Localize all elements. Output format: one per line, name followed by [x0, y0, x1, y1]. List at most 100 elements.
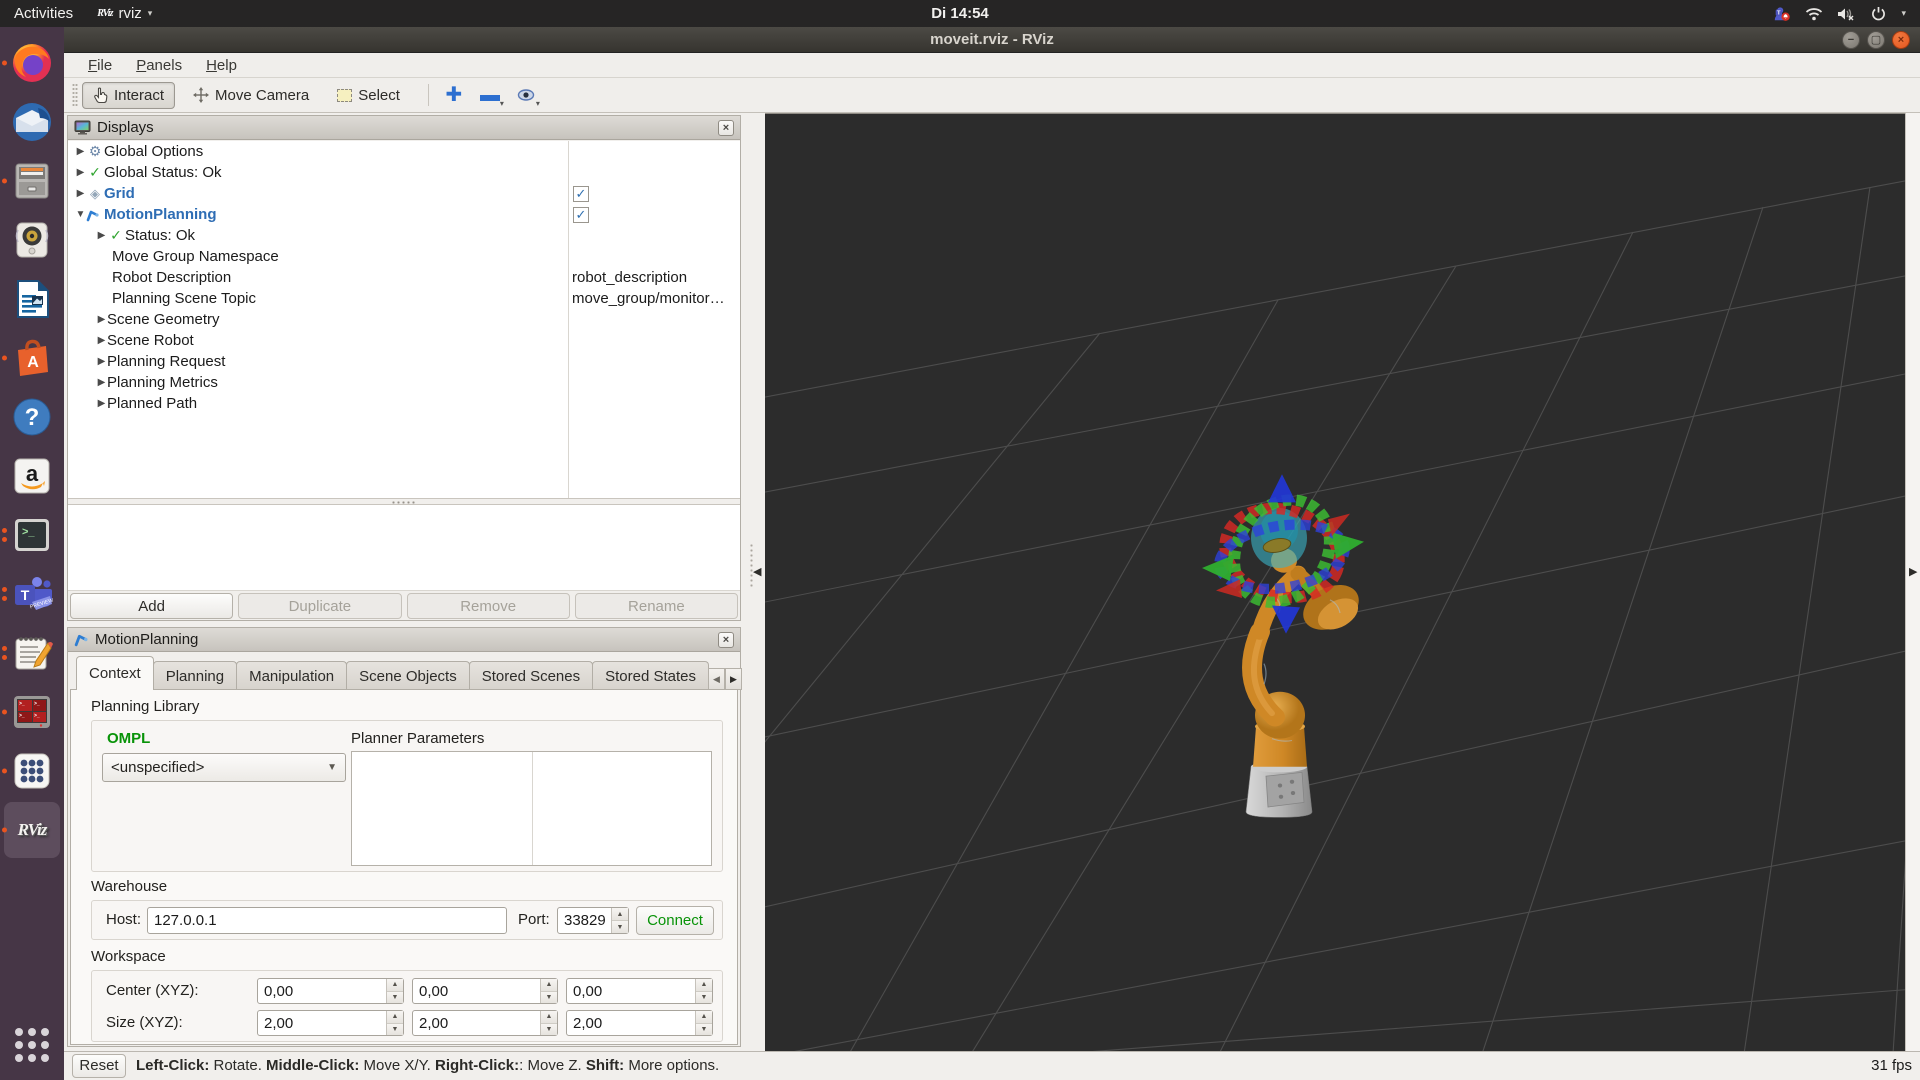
move-z-up-arrow[interactable] [1268, 474, 1296, 503]
tab-stored-scenes[interactable]: Stored Scenes [468, 661, 594, 690]
tree-row-robot-description[interactable]: Robot Description robot_description [68, 267, 740, 288]
right-dock-strip[interactable]: ▶ [1905, 113, 1920, 1051]
clock[interactable]: Di 14:54 [0, 5, 1920, 22]
focus-camera-button[interactable]: ▾ [511, 82, 541, 108]
expander-icon[interactable]: ▶ [96, 230, 107, 241]
dock-rhythmbox[interactable] [0, 210, 64, 269]
motionplanning-enabled-checkbox[interactable]: ✓ [573, 206, 589, 223]
port-stepper[interactable]: 33829 ▲ ▼ [557, 907, 629, 934]
dock-libreoffice-writer[interactable] [0, 269, 64, 328]
dock-terminator[interactable]: >_ >_ >_ >_ [0, 682, 64, 741]
power-icon[interactable] [1869, 6, 1887, 22]
robot-arm-with-interactive-marker[interactable] [1180, 448, 1380, 823]
tree-row-planned-path[interactable]: ▶ Planned Path [68, 393, 740, 414]
select-tool-button[interactable]: Select [327, 83, 410, 108]
expander-icon[interactable]: ▶ [96, 335, 107, 346]
size-y-stepper[interactable]: 2,00 ▲ ▼ [412, 1010, 558, 1036]
system-menu-chevron-icon[interactable]: ▾ [1901, 8, 1906, 19]
tree-row-grid[interactable]: ▶ ◈ Grid ✓ [68, 183, 740, 204]
zoom-in-button[interactable]: ✚ [439, 82, 469, 108]
dock-firefox[interactable] [0, 33, 64, 92]
stepper-arrows[interactable]: ▲ ▼ [695, 1011, 712, 1035]
tree-row-scene-geometry[interactable]: ▶ Scene Geometry [68, 309, 740, 330]
stepper-arrows[interactable]: ▲ ▼ [540, 979, 557, 1003]
maximize-button[interactable]: ▢ [1867, 30, 1885, 49]
host-input[interactable]: 127.0.0.1 [147, 907, 507, 934]
tab-stored-states[interactable]: Stored States [592, 661, 710, 690]
stepper-arrows[interactable]: ▲ ▼ [695, 979, 712, 1003]
wifi-icon[interactable] [1805, 6, 1823, 22]
rename-display-button[interactable]: Rename [574, 593, 738, 619]
move-camera-tool-button[interactable]: Move Camera [183, 83, 319, 108]
property-value[interactable]: move_group/monitor… [572, 290, 725, 307]
interact-tool-button[interactable]: Interact [82, 81, 176, 109]
tree-splitter-handle[interactable] [68, 498, 740, 505]
close-icon[interactable]: × [718, 631, 734, 648]
tree-row-scene-robot[interactable]: ▶ Scene Robot [68, 330, 740, 351]
expander-icon[interactable]: ▶ [96, 356, 107, 367]
dock-ubuntu-software[interactable]: A [0, 328, 64, 387]
reset-button[interactable]: Reset [72, 1053, 126, 1078]
center-x-stepper[interactable]: 0,00 ▲ ▼ [257, 978, 404, 1004]
tree-row-global-status[interactable]: ▶ ✓ Global Status: Ok [68, 162, 740, 183]
collapse-left-icon[interactable]: ◀ [753, 565, 761, 578]
teams-notification-icon[interactable]: T [1773, 6, 1791, 22]
tree-row-planning-scene-topic[interactable]: Planning Scene Topic move_group/monitor… [68, 288, 740, 309]
expander-icon[interactable]: ▶ [96, 398, 107, 409]
center-y-stepper[interactable]: 0,00 ▲ ▼ [412, 978, 558, 1004]
expander-icon[interactable]: ▶ [75, 146, 86, 157]
dock-text-editor[interactable] [0, 623, 64, 682]
expander-icon[interactable]: ▶ [75, 167, 86, 178]
grid-enabled-checkbox[interactable]: ✓ [573, 185, 589, 202]
collapse-icon[interactable]: ▼ [75, 209, 86, 220]
app-menu[interactable]: RViz rviz ▾ [87, 0, 162, 27]
tab-planning[interactable]: Planning [152, 661, 238, 690]
duplicate-display-button[interactable]: Duplicate [238, 593, 402, 619]
minimize-button[interactable]: − [1842, 30, 1860, 49]
dock-rviz[interactable]: RViz [0, 800, 64, 859]
volume-muted-icon[interactable] [1837, 6, 1855, 22]
tree-row-motionplanning[interactable]: ▼ MotionPlanning ✓ [68, 204, 740, 225]
move-z-down-arrow[interactable] [1272, 605, 1300, 634]
stepper-arrows[interactable]: ▲ ▼ [611, 908, 628, 933]
window-titlebar[interactable]: moveit.rviz - RViz − ▢ × [64, 27, 1920, 54]
menu-panels[interactable]: Panels [126, 55, 192, 76]
tree-row-move-group-namespace[interactable]: Move Group Namespace [68, 246, 740, 267]
dock-file-cabinet[interactable] [0, 151, 64, 210]
tab-manipulation[interactable]: Manipulation [236, 661, 348, 690]
3d-viewport[interactable] [765, 113, 1905, 1051]
tree-row-status-ok[interactable]: ▶ ✓ Status: Ok [68, 225, 740, 246]
close-button[interactable]: × [1892, 30, 1910, 49]
dock-teams[interactable]: T PREVIEW [0, 564, 64, 623]
dock-help[interactable]: ? [0, 387, 64, 446]
tree-row-global-options[interactable]: ▶ ⚙ Global Options [68, 141, 740, 162]
tab-context[interactable]: Context [76, 656, 154, 690]
add-display-button[interactable]: Add [70, 593, 234, 619]
tree-row-planning-request[interactable]: ▶ Planning Request [68, 351, 740, 372]
stepper-arrows[interactable]: ▲ ▼ [386, 1011, 403, 1035]
stepper-arrows[interactable]: ▲ ▼ [540, 1011, 557, 1035]
expander-icon[interactable]: ▶ [96, 314, 107, 325]
size-x-stepper[interactable]: 2,00 ▲ ▼ [257, 1010, 404, 1036]
dock-app-grid[interactable] [0, 741, 64, 800]
show-applications-button[interactable] [0, 1015, 64, 1074]
menu-file[interactable]: File [78, 55, 122, 76]
panel-resize-strip[interactable]: ◀ [745, 113, 765, 1051]
tab-scroll-left-icon[interactable]: ◀ [708, 668, 726, 690]
planner-select[interactable]: <unspecified> ▼ [102, 753, 346, 782]
expander-icon[interactable]: ▶ [96, 377, 107, 388]
activities-button[interactable]: Activities [0, 0, 87, 27]
zoom-out-button[interactable]: ▬ ▾ [475, 82, 505, 108]
connect-button[interactable]: Connect [636, 906, 714, 935]
menu-help[interactable]: Help [196, 55, 247, 76]
property-value[interactable]: robot_description [572, 269, 687, 286]
dock-amazon[interactable]: a [0, 446, 64, 505]
size-z-stepper[interactable]: 2,00 ▲ ▼ [566, 1010, 713, 1036]
dock-thunderbird[interactable] [0, 92, 64, 151]
planner-parameters-table[interactable] [351, 751, 712, 866]
displays-panel-header[interactable]: Displays × [68, 116, 740, 140]
remove-display-button[interactable]: Remove [406, 593, 570, 619]
motionplanning-panel-header[interactable]: MotionPlanning × [68, 628, 740, 652]
tab-scroll-right-icon[interactable]: ▶ [725, 668, 743, 690]
expand-right-icon[interactable]: ▶ [1909, 565, 1917, 578]
